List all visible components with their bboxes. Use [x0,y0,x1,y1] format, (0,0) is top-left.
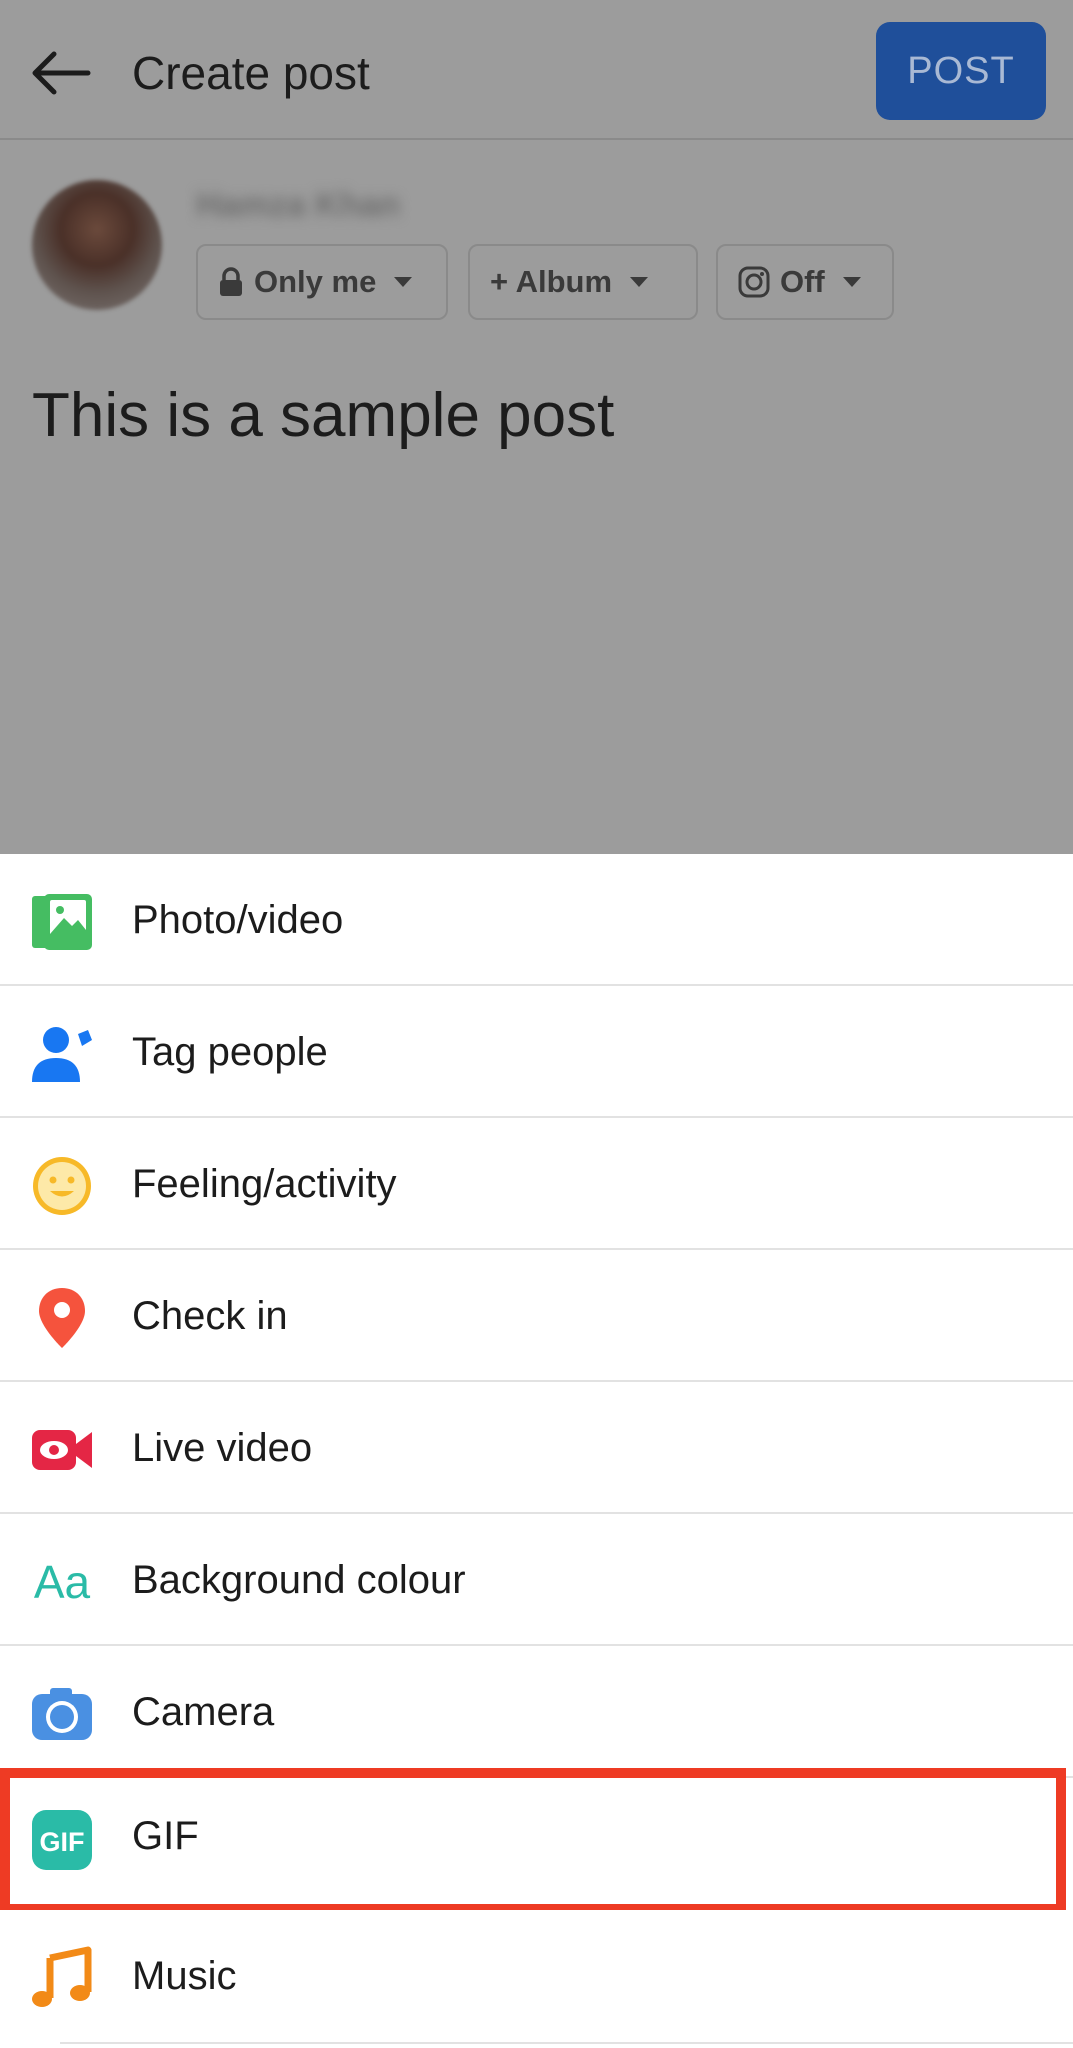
gif-icon: GIF [30,1808,94,1872]
option-label: Camera [132,1690,275,1734]
chevron-down-icon [630,277,649,287]
chevron-down-icon [842,277,861,287]
camera-icon [30,1682,94,1746]
page-title: Create post [132,47,370,99]
option-label: Feeling/activity [132,1162,397,1206]
composer-area: Create post POST Hamza Khan Only me + Al… [0,0,1073,854]
back-arrow-icon [32,51,91,95]
option-label: Tag people [132,1030,328,1074]
instagram-label: Off [780,264,825,299]
album-label: + Album [490,264,613,299]
instagram-icon [738,266,770,298]
back-button[interactable] [30,40,100,106]
option-label: Music [132,1954,237,1998]
option-label: Photo/video [132,898,344,942]
option-feeling-activity[interactable]: Feeling/activity [0,1118,1073,1250]
live-video-icon [30,1418,94,1482]
photo-video-icon [30,890,94,954]
post-text-input[interactable]: This is a sample post [32,380,614,451]
avatar[interactable] [32,180,162,310]
option-camera[interactable]: Camera [0,1646,1073,1778]
tag-people-icon [30,1022,94,1086]
feeling-icon [30,1154,94,1218]
option-check-in[interactable]: Check in [0,1250,1073,1382]
option-label: Check in [132,1294,288,1338]
option-gif[interactable]: GIF GIF [0,1768,1066,1914]
username: Hamza Khan [196,186,401,224]
option-label: Background colour [132,1558,466,1602]
chevron-down-icon [394,277,413,287]
lock-icon [220,267,242,296]
option-label: Live video [132,1426,313,1470]
option-photo-video[interactable]: Photo/video [0,854,1073,986]
text-background-icon: Aa [33,1556,91,1608]
svg-text:GIF: GIF [40,1827,85,1857]
location-pin-icon [30,1286,94,1350]
option-background-colour[interactable]: Aa Background colour [0,1514,1073,1646]
header: Create post POST [0,0,1073,140]
privacy-selector[interactable]: Only me [196,244,448,320]
divider [60,2042,1073,2044]
post-button[interactable]: POST [876,22,1046,120]
album-selector[interactable]: + Album [468,244,698,320]
music-note-icon [30,1946,94,2010]
option-live-video[interactable]: Live video [0,1382,1073,1514]
option-music[interactable]: Music [0,1910,1073,2042]
instagram-share-selector[interactable]: Off [716,244,894,320]
option-tag-people[interactable]: Tag people [0,986,1073,1118]
option-label: GIF [132,1814,199,1858]
privacy-label: Only me [254,264,377,299]
